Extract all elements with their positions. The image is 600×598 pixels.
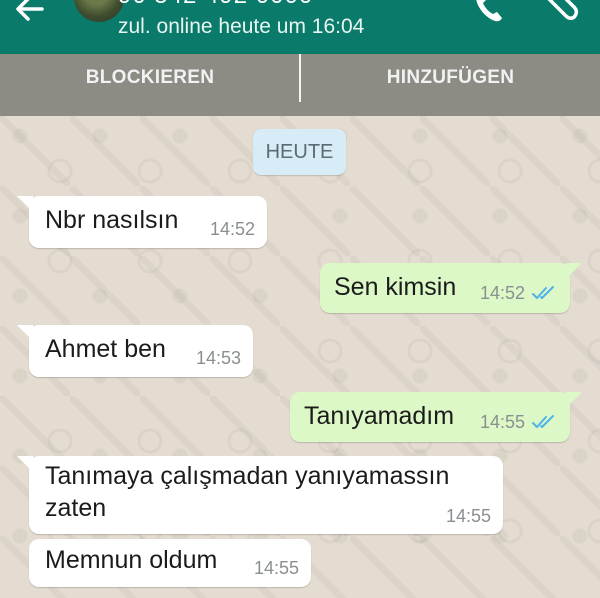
add-contact-button[interactable]: HINZUFÜGEN: [301, 54, 600, 116]
date-divider: HEUTE: [253, 129, 346, 175]
message-time: 14:55: [480, 412, 526, 432]
message-text-line-2: zaten: [45, 494, 107, 522]
message-time: 14:52: [210, 219, 256, 239]
incoming-message[interactable]: Ahmet ben 14:53: [17, 325, 253, 377]
back-arrow-icon[interactable]: [12, 0, 46, 26]
double-check-icon: [532, 415, 554, 428]
double-check-icon: [532, 286, 554, 299]
message-text: Memnun oldum: [45, 546, 218, 574]
chat-conversation[interactable]: HEUTE Nbr nasılsın 14:52 Sen kimsin 14:5…: [0, 116, 600, 598]
outgoing-message[interactable]: Sen kimsin 14:52: [320, 263, 582, 313]
message-time: 14:52: [480, 283, 526, 303]
unknown-contact-action-bar: BLOCKIEREN HINZUFÜGEN: [0, 54, 600, 116]
outgoing-message[interactable]: Tanıyamadım 14:55: [290, 392, 582, 442]
incoming-message[interactable]: Nbr nasılsın 14:52: [17, 196, 267, 248]
message-text-line-1: Tanımaya çalışmadan yanıyamassın: [45, 462, 450, 490]
message-time: 14:55: [254, 558, 300, 578]
last-seen-status: zul. online heute um 16:04: [118, 15, 365, 38]
incoming-message[interactable]: Memnun oldum 14:55: [29, 539, 311, 587]
message-text: Ahmet ben: [45, 335, 166, 363]
paperclip-icon[interactable]: [542, 0, 580, 26]
chat-header: 90 542 492 0000 zul. online heute um 16:…: [0, 0, 600, 54]
contact-name[interactable]: 90 542 492 0000: [118, 0, 313, 10]
message-time: 14:53: [196, 348, 242, 368]
message-text: Tanıyamadım: [304, 402, 455, 430]
message-time: 14:55: [446, 506, 492, 526]
block-button[interactable]: BLOCKIEREN: [0, 54, 300, 116]
message-text: Sen kimsin: [334, 273, 457, 301]
incoming-message[interactable]: Tanımaya çalışmadan yanıyamassın zaten 1…: [17, 456, 503, 534]
phone-icon[interactable]: [470, 0, 508, 26]
message-text: Nbr nasılsın: [45, 206, 179, 234]
